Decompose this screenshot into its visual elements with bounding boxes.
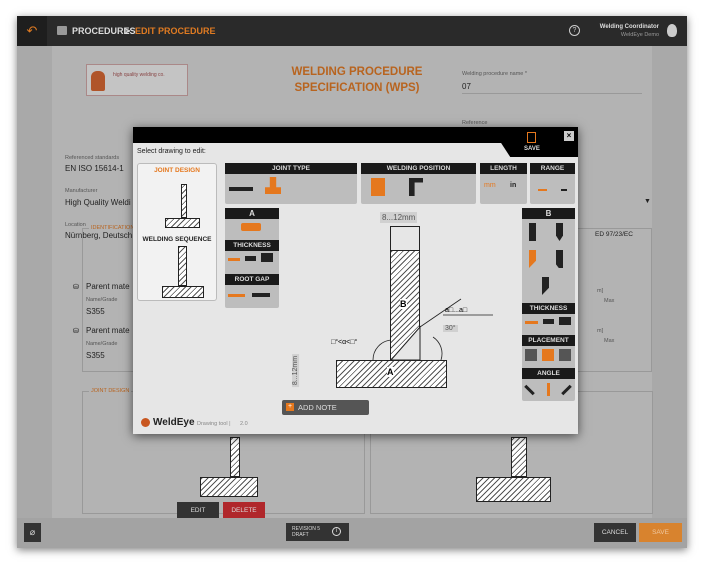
- add-note-button[interactable]: + ADD NOTE: [282, 400, 369, 415]
- dropdown-caret-icon[interactable]: ▼: [644, 198, 651, 205]
- unit-label: m]: [597, 288, 604, 294]
- placement-center-option[interactable]: [542, 349, 554, 361]
- joint-type-group: JOINT TYPE: [225, 163, 357, 204]
- drawing-tool-modal: SAVE × Select drawing to edit: JOINT DES…: [133, 127, 578, 434]
- name-label: Welding procedure name *: [462, 71, 528, 77]
- tool-version: 2.0: [240, 421, 248, 427]
- brand-name: WeldEye: [153, 417, 195, 428]
- material-icon: ⛁: [73, 284, 79, 291]
- plate-a-panel: A THICKNESS ROOT GAP: [225, 208, 279, 308]
- manufacturer-label: Manufacturer: [65, 188, 98, 194]
- bevel-angle-dimension[interactable]: 30°: [443, 325, 458, 332]
- save-button[interactable]: SAVE: [639, 523, 682, 542]
- reference-label: Reference: [462, 120, 488, 126]
- edge-bevel-alt-option[interactable]: [542, 277, 549, 295]
- plus-icon: +: [286, 403, 294, 411]
- angle-straight-option[interactable]: [547, 383, 550, 396]
- save-icon[interactable]: [527, 132, 536, 143]
- thumb-joint-design[interactable]: JOINT DESIGN: [138, 164, 216, 232]
- breadcrumb-separator: >: [125, 26, 131, 36]
- thickness-thin-option[interactable]: [228, 258, 240, 261]
- b-thickness-medium-option[interactable]: [543, 319, 554, 324]
- modal-save-button[interactable]: SAVE: [524, 146, 540, 152]
- page-title-line2: SPECIFICATION (WPS): [294, 82, 420, 94]
- placement-left-option[interactable]: [525, 349, 537, 361]
- butt-joint-option[interactable]: [229, 187, 253, 191]
- angle-left-option[interactable]: [524, 384, 535, 396]
- weldeye-logo-icon: [141, 418, 150, 427]
- user-avatar-icon[interactable]: [667, 24, 677, 37]
- manufacturer-field[interactable]: High Quality Weldi: [65, 198, 131, 207]
- info-icon: i: [332, 527, 341, 536]
- tool-label: Drawing tool |: [197, 421, 231, 427]
- select-drawing-label: Select drawing to edit:: [137, 148, 206, 155]
- footer-bar: ⌀ REVISION 5 DRAFT i CANCEL SAVE: [17, 518, 687, 548]
- edge-j-option[interactable]: [556, 250, 563, 268]
- back-button[interactable]: ↶: [17, 16, 47, 46]
- t-joint-option[interactable]: [265, 177, 281, 194]
- delete-button[interactable]: DELETE: [223, 502, 265, 519]
- b-thickness-thin-option[interactable]: [525, 321, 538, 324]
- thickness-thick-option[interactable]: [261, 253, 273, 262]
- length-mm-option[interactable]: mm: [484, 182, 496, 189]
- grade-label: Name/Grade: [86, 297, 118, 303]
- name-field[interactable]: 07: [462, 82, 471, 91]
- placement-right-option[interactable]: [559, 349, 571, 361]
- length-group: LENGTH mm in: [480, 163, 527, 204]
- edit-button[interactable]: EDIT: [177, 502, 219, 519]
- max-label: Max: [604, 298, 615, 304]
- cancel-button[interactable]: CANCEL: [594, 523, 636, 542]
- welding-position-group: WELDING POSITION: [361, 163, 476, 204]
- user-org: WeldEye Demo: [620, 32, 659, 38]
- standards-field[interactable]: EN ISO 15614-1: [65, 164, 124, 173]
- range-option-1[interactable]: [538, 189, 547, 191]
- length-in-option[interactable]: in: [510, 182, 516, 189]
- top-bar: ↶ PROCEDURES > EDIT PROCEDURE ? Welding …: [17, 16, 687, 46]
- company-logo: high quality welding co.: [86, 64, 188, 96]
- grade-label: Name/Grade: [86, 341, 118, 347]
- position-flat-icon[interactable]: [371, 178, 385, 196]
- drawing-thumbnails: JOINT DESIGN WELDING SEQUENCE: [137, 163, 217, 301]
- edge-double-bevel-option[interactable]: [556, 223, 563, 241]
- help-icon[interactable]: ?: [569, 25, 580, 36]
- b-thickness-thick-option[interactable]: [559, 317, 571, 325]
- thumb-welding-sequence[interactable]: WELDING SEQUENCE: [138, 234, 216, 300]
- max-label: Max: [604, 338, 615, 344]
- user-role: Welding Coordinator: [599, 24, 659, 30]
- standards-label: Referenced standards: [65, 155, 120, 161]
- weld-size-dimension[interactable]: a□...a□: [445, 307, 467, 314]
- procedures-icon: [57, 26, 67, 35]
- page-title-line1: WELDING PROCEDURE: [291, 66, 423, 78]
- plate-b-panel: B THICKNESS PLACEMENT ANGLE: [522, 208, 575, 401]
- alpha-dimension[interactable]: □°<α<□°: [331, 339, 357, 346]
- attachment-button[interactable]: ⌀: [24, 523, 41, 542]
- range-option-2[interactable]: [561, 189, 567, 191]
- grade-field[interactable]: S355: [86, 307, 105, 316]
- plate-a-label: A: [387, 367, 394, 377]
- plate-a-shape-option[interactable]: [241, 223, 261, 231]
- position-overhead-icon[interactable]: [409, 178, 423, 196]
- edge-bevel-option[interactable]: [529, 250, 536, 268]
- root-gap-option[interactable]: [252, 293, 270, 297]
- parent-material-2: Parent mate: [86, 326, 130, 335]
- range-group: RANGE: [530, 163, 575, 204]
- breadcrumb-current: EDIT PROCEDURE: [135, 26, 216, 36]
- material-icon: ⛁: [73, 328, 79, 335]
- height-dimension[interactable]: 8...12mm: [292, 353, 300, 388]
- unit-label: m]: [597, 328, 604, 334]
- angle-right-option[interactable]: [561, 384, 572, 396]
- edge-square-option[interactable]: [529, 223, 536, 241]
- root-gap-none-option[interactable]: [228, 294, 245, 297]
- grade-field[interactable]: S355: [86, 351, 105, 360]
- joint-drawing-canvas[interactable]: 8...12mm B a□...a□ 30° □°<α<□° A 8...12m…: [283, 207, 518, 407]
- revision-button[interactable]: REVISION 5 DRAFT i: [286, 523, 349, 541]
- thickness-medium-option[interactable]: [245, 256, 256, 261]
- parent-material-1: Parent mate: [86, 282, 130, 291]
- close-icon[interactable]: ×: [564, 131, 574, 141]
